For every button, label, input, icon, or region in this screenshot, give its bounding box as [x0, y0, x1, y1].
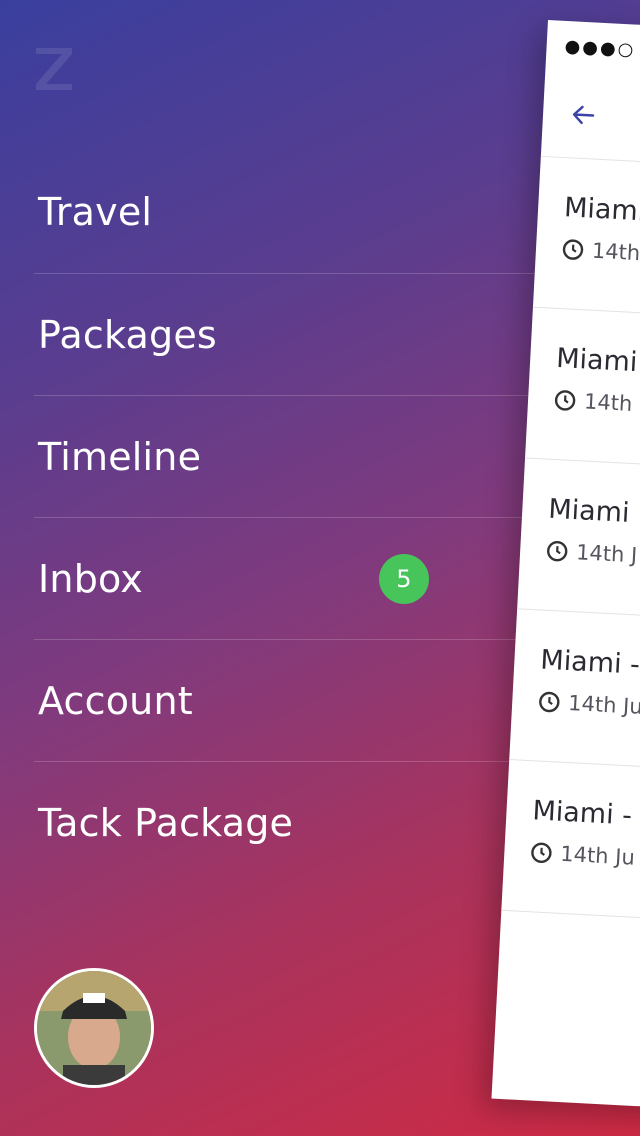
- menu-item-track-package[interactable]: Tack Package: [34, 762, 554, 884]
- clock-icon: [547, 541, 568, 562]
- menu-item-label: Timeline: [38, 435, 202, 479]
- trip-row[interactable]: Miami - 14th Ju: [501, 759, 640, 928]
- z-logo-icon: [36, 48, 72, 90]
- side-menu: Travel Packages Timeline Inbox 5 Account…: [34, 150, 554, 884]
- trip-row[interactable]: Miami 14th: [525, 307, 640, 476]
- menu-item-label: Packages: [38, 313, 217, 357]
- trip-date-text: 14th Ju: [567, 691, 640, 719]
- trip-date-text: 14th Ju: [559, 841, 636, 870]
- menu-item-packages[interactable]: Packages: [34, 274, 554, 396]
- menu-item-label: Travel: [38, 190, 153, 234]
- trip-date-text: 14th: [591, 238, 640, 266]
- trip-date: 14th: [561, 237, 640, 276]
- menu-item-inbox[interactable]: Inbox 5: [34, 518, 554, 640]
- menu-item-label: Account: [38, 679, 193, 723]
- trip-row[interactable]: Miami 14th: [532, 156, 640, 325]
- trip-date-text: 14th: [583, 389, 633, 416]
- trip-date-text: 14th J: [575, 540, 638, 568]
- user-avatar[interactable]: [34, 968, 154, 1088]
- inbox-count-badge: 5: [379, 554, 429, 604]
- app-logo: [32, 38, 76, 94]
- menu-item-travel[interactable]: Travel: [34, 150, 554, 274]
- menu-item-account[interactable]: Account: [34, 640, 554, 762]
- menu-item-label: Tack Package: [38, 801, 294, 845]
- user-photo-icon: [37, 971, 151, 1085]
- trip-city: Miami -: [539, 644, 640, 681]
- trip-city: Miami -: [531, 795, 633, 832]
- trip-city: Miami: [547, 493, 631, 529]
- menu-item-label: Inbox: [38, 557, 143, 601]
- menu-item-timeline[interactable]: Timeline: [34, 396, 554, 518]
- trip-city: Miami: [563, 192, 640, 228]
- clock-icon: [539, 691, 560, 713]
- trip-date: 14th Ju: [538, 689, 640, 728]
- trip-date: 14th Ju: [530, 840, 640, 879]
- trip-date: 14th: [554, 388, 640, 427]
- clock-icon: [554, 390, 576, 411]
- trip-row[interactable]: Miami - 14th Ju: [509, 609, 640, 777]
- back-arrow-icon[interactable]: [566, 98, 600, 132]
- trip-row[interactable]: Miami 14th J: [517, 458, 640, 626]
- clock-icon: [562, 239, 584, 260]
- clock-icon: [531, 842, 552, 863]
- trip-date: 14th J: [546, 539, 640, 578]
- trip-city: Miami: [555, 342, 639, 379]
